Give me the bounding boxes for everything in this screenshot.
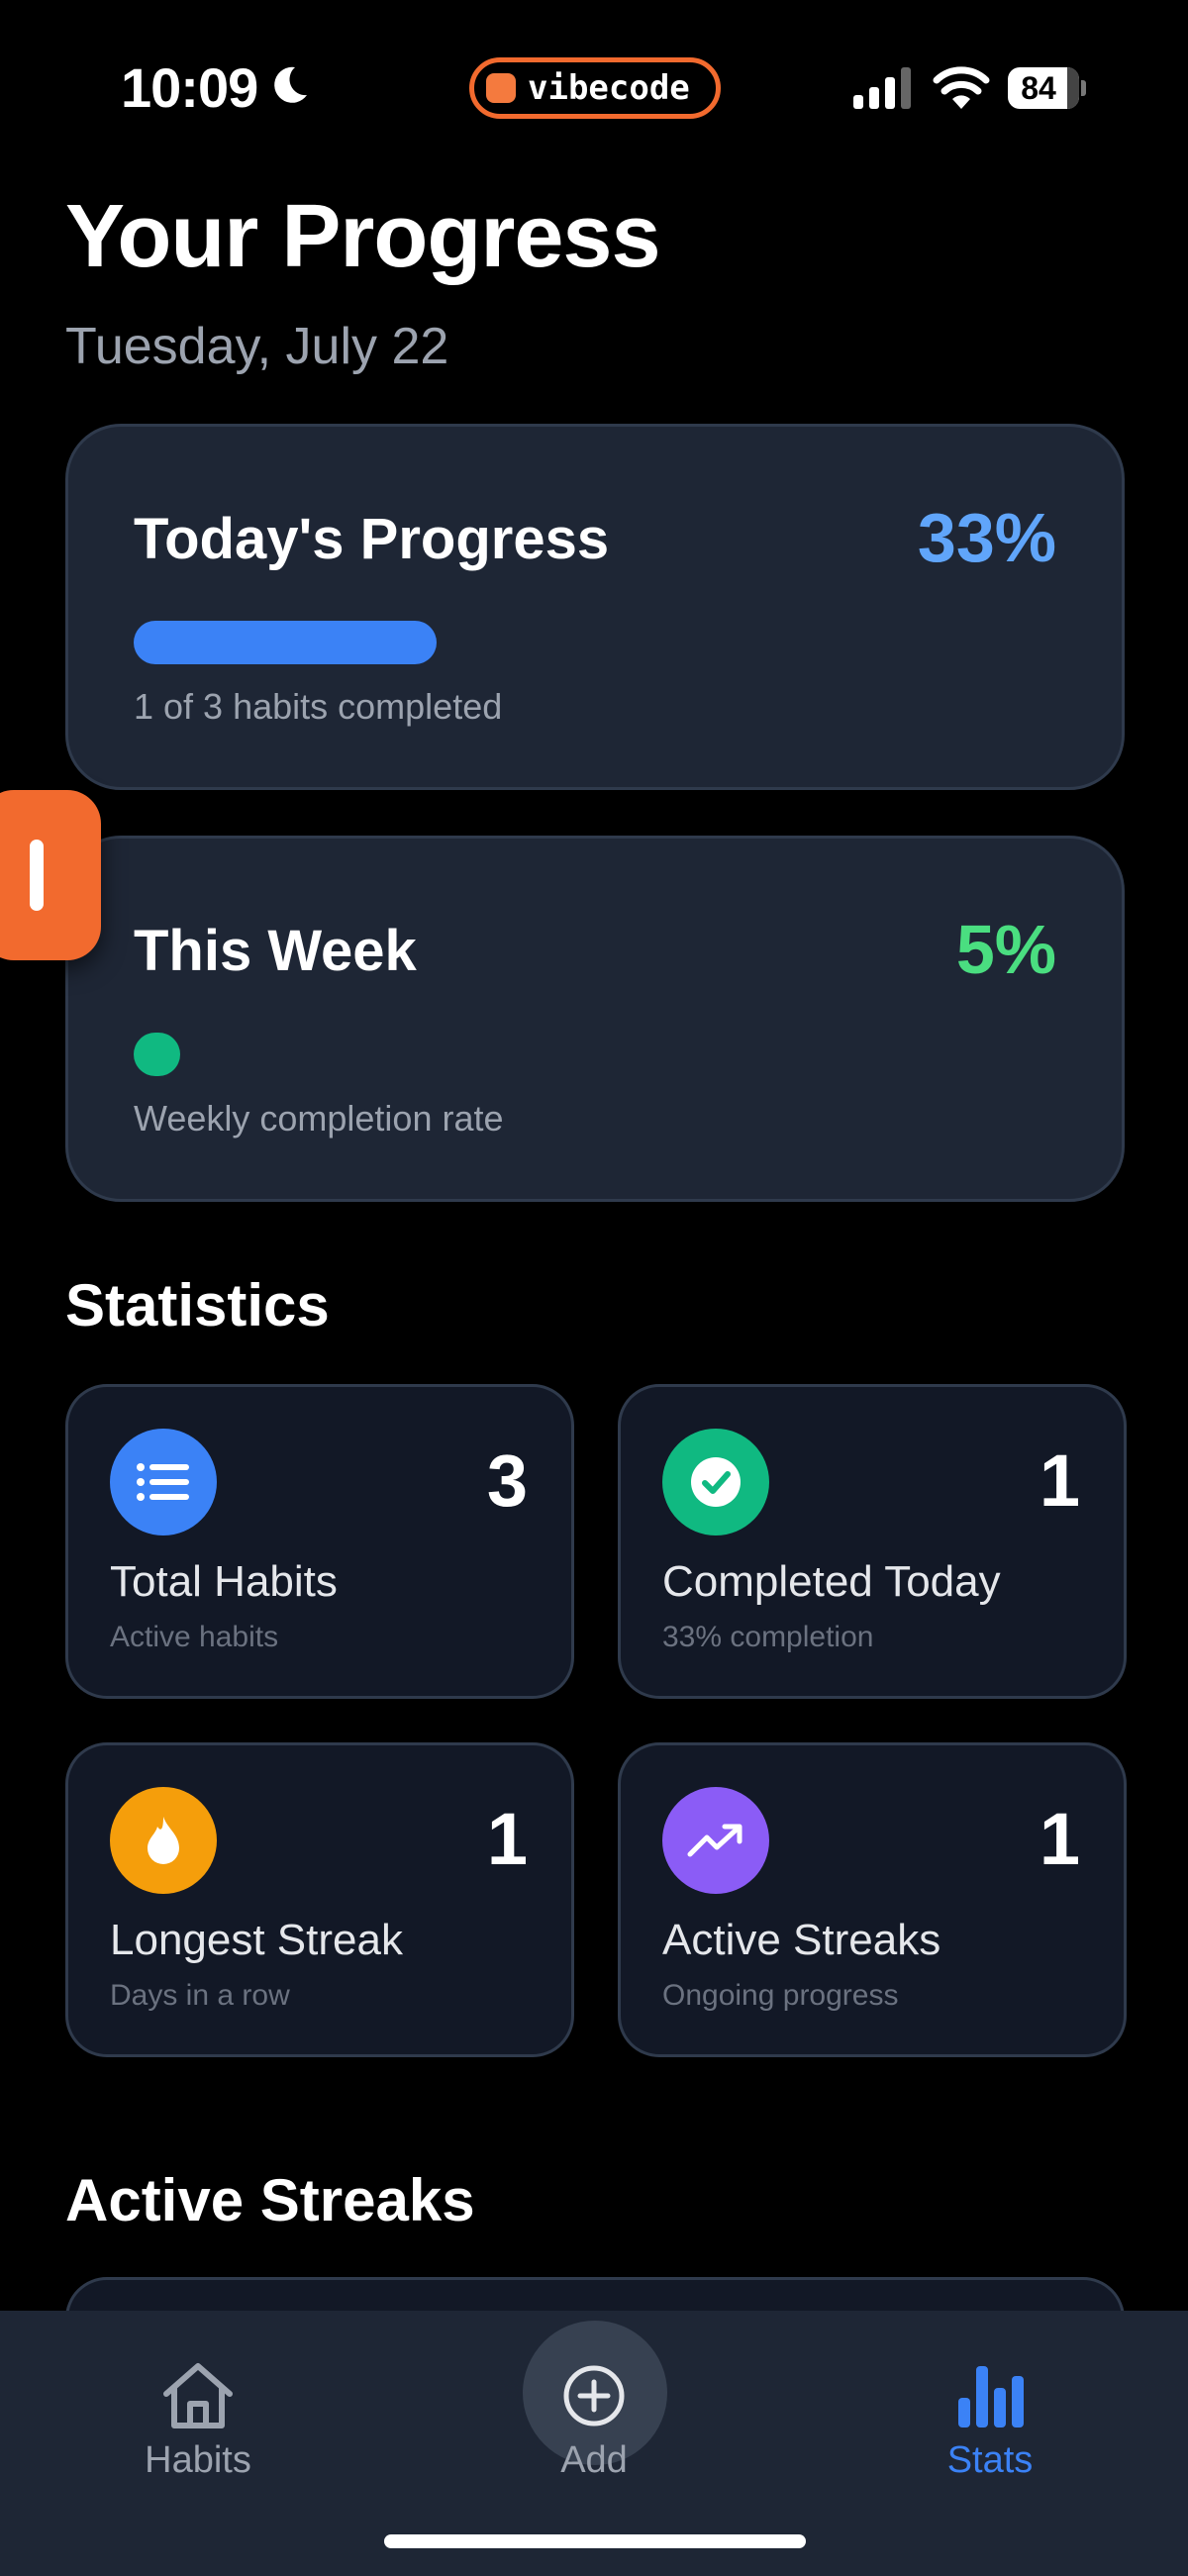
stat-card-longest-streak: 1 Longest Streak Days in a row: [65, 1742, 574, 2057]
total-habits-value: 3: [486, 1439, 528, 1522]
total-habits-label: Total Habits: [110, 1557, 338, 1606]
week-progress-percent: 5%: [955, 911, 1056, 988]
page-date: Tuesday, July 22: [65, 318, 449, 375]
battery-level: 84: [1021, 70, 1056, 106]
completed-today-label: Completed Today: [662, 1557, 1001, 1606]
list-icon: [110, 1429, 217, 1536]
total-habits-sub: Active habits: [110, 1621, 279, 1653]
vibecode-logo-icon: [486, 73, 516, 103]
trending-up-icon: [662, 1787, 769, 1894]
today-progress-card: Today's Progress 33% 1 of 3 habits compl…: [65, 424, 1125, 790]
active-streaks-title: Active Streaks: [65, 2167, 475, 2233]
home-icon: [163, 2363, 233, 2428]
today-progress-percent: 33%: [917, 499, 1056, 576]
handle-icon: [30, 840, 44, 911]
tab-add[interactable]: Add: [495, 2360, 693, 2482]
completed-today-sub: 33% completion: [662, 1621, 874, 1653]
active-streaks-value: 1: [1039, 1798, 1080, 1880]
tab-add-label: Add: [560, 2439, 628, 2481]
moon-icon: [274, 66, 307, 103]
tab-habits[interactable]: Habits: [99, 2360, 297, 2482]
week-progress-title: This Week: [134, 919, 417, 983]
longest-streak-sub: Days in a row: [110, 1979, 290, 2012]
check-circle-icon: [662, 1429, 769, 1536]
week-progress-bar: [134, 1033, 180, 1076]
week-progress-subtitle: Weekly completion rate: [134, 1098, 504, 1139]
stat-card-active-streaks: 1 Active Streaks Ongoing progress: [618, 1742, 1127, 2057]
signal-icon: [853, 67, 911, 109]
status-time: 10:09: [121, 56, 258, 119]
today-progress-subtitle: 1 of 3 habits completed: [134, 686, 503, 727]
completed-today-value: 1: [1039, 1439, 1080, 1522]
vibecode-label: vibecode: [528, 68, 690, 108]
wifi-icon: [933, 66, 990, 109]
home-indicator: [384, 2534, 806, 2548]
vibecode-pill[interactable]: vibecode: [469, 57, 721, 119]
tab-stats-label: Stats: [946, 2439, 1034, 2481]
today-progress-title: Today's Progress: [134, 507, 610, 571]
bar-chart-icon: [958, 2366, 1024, 2427]
floating-side-tab[interactable]: [0, 790, 101, 960]
plus-circle-icon: [563, 2365, 625, 2427]
stat-card-total-habits: 3 Total Habits Active habits: [65, 1384, 574, 1699]
tab-stats[interactable]: Stats: [891, 2360, 1089, 2482]
battery-icon: 84: [1008, 67, 1086, 109]
stat-card-completed-today: 1 Completed Today 33% completion: [618, 1384, 1127, 1699]
flame-icon: [110, 1787, 217, 1894]
today-progress-bar: [134, 621, 437, 664]
status-bar: 10:09 vibecode 84: [0, 0, 1188, 173]
longest-streak-value: 1: [486, 1798, 528, 1880]
statistics-title: Statistics: [65, 1272, 330, 1338]
page-title: Your Progress: [65, 187, 661, 286]
tab-habits-label: Habits: [145, 2439, 251, 2481]
active-streaks-label: Active Streaks: [662, 1916, 941, 1964]
active-streaks-sub: Ongoing progress: [662, 1979, 899, 2012]
longest-streak-label: Longest Streak: [110, 1916, 403, 1964]
week-progress-card: This Week 5% Weekly completion rate: [65, 836, 1125, 1202]
